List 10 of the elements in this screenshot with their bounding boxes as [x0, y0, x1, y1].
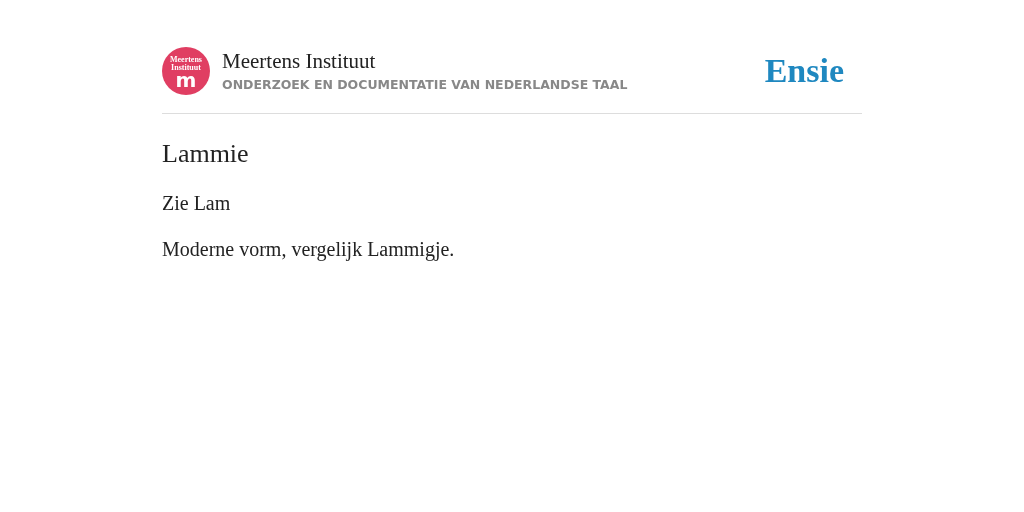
entry-paragraph: Moderne vorm, vergelijk Lammigje. — [162, 237, 456, 262]
site-subtitle: ONDERZOEK EN DOCUMENTATIE VAN NEDERLANDSE TAAL — [222, 76, 628, 94]
site-title: Meertens Instituut — [222, 48, 377, 74]
logo-letter: m — [175, 71, 197, 89]
entry-title: Lammie — [162, 138, 250, 170]
brand-link[interactable]: Ensie — [764, 54, 844, 88]
logo[interactable]: Meertens Instituut m — [162, 47, 210, 95]
logo-text: Instituut — [171, 63, 201, 72]
entry-paragraph: Zie Lam — [162, 191, 232, 216]
logo-text: Meertens — [170, 55, 202, 64]
